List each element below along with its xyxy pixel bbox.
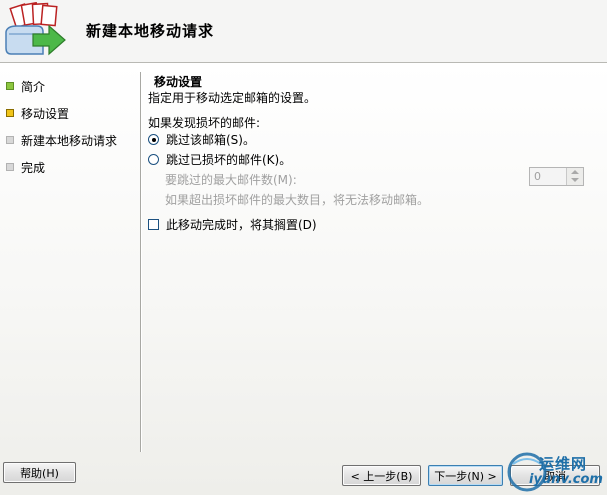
section-description: 指定用于移动选定邮箱的设置。 <box>148 91 317 105</box>
back-button[interactable]: < 上一步(B) <box>342 465 421 486</box>
stepper-buttons[interactable] <box>566 168 583 185</box>
nav-item-label: 移动设置 <box>21 106 70 121</box>
skip-corrupt-messages-option[interactable]: 跳过已损坏的邮件(K)。 <box>148 151 291 168</box>
watermark-url: iyunv.com <box>529 472 603 487</box>
nav-item-new-local-move[interactable]: 新建本地移动请求 <box>6 132 117 148</box>
skip-corrupt-messages-radio[interactable] <box>148 154 159 165</box>
max-messages-label: 要跳过的最大邮件数(M): <box>165 173 297 187</box>
help-button[interactable]: 帮助(H) <box>3 462 76 483</box>
chevron-down-icon[interactable] <box>571 178 579 182</box>
corrupt-messages-group-label: 如果发现损坏的邮件: <box>148 116 261 130</box>
watermark-name: 运维网 <box>539 455 588 473</box>
max-messages-stepper[interactable]: 0 <box>529 167 584 186</box>
site-watermark: 运维网 iyunv.com <box>505 448 607 495</box>
suspend-when-complete-checkbox[interactable] <box>148 219 159 230</box>
skip-mailbox-option[interactable]: 跳过该邮箱(S)。 <box>148 131 255 148</box>
skip-mailbox-label: 跳过该邮箱(S)。 <box>166 133 255 147</box>
step-current-marker <box>6 109 14 117</box>
skip-mailbox-radio[interactable] <box>148 134 159 145</box>
nav-item-label: 新建本地移动请求 <box>21 133 118 148</box>
nav-divider <box>140 72 141 452</box>
suspend-when-complete-label: 此移动完成时，将其搁置(D) <box>166 218 317 232</box>
nav-item-label: 完成 <box>21 160 46 175</box>
mailbox-move-icon <box>5 2 66 56</box>
suspend-when-complete-option[interactable]: 此移动完成时，将其搁置(D) <box>148 216 317 233</box>
nav-item-move-settings[interactable]: 移动设置 <box>6 105 69 121</box>
wizard-header: 新建本地移动请求 <box>0 0 607 63</box>
max-messages-note: 如果超出损坏邮件的最大数目，将无法移动邮箱。 <box>165 193 430 207</box>
section-title: 移动设置 <box>154 75 203 89</box>
next-button[interactable]: 下一步(N) > <box>428 465 503 486</box>
step-pending-marker <box>6 136 14 144</box>
step-pending-marker <box>6 163 14 171</box>
wizard-title: 新建本地移动请求 <box>86 22 215 40</box>
nav-item-label: 简介 <box>21 79 46 94</box>
skip-corrupt-messages-label: 跳过已损坏的邮件(K)。 <box>166 153 292 167</box>
max-messages-value: 0 <box>534 170 541 183</box>
nav-item-intro[interactable]: 简介 <box>6 78 45 94</box>
chevron-up-icon[interactable] <box>571 170 579 174</box>
wizard-body <box>0 63 607 495</box>
step-done-marker <box>6 82 14 90</box>
nav-item-completion[interactable]: 完成 <box>6 159 45 175</box>
